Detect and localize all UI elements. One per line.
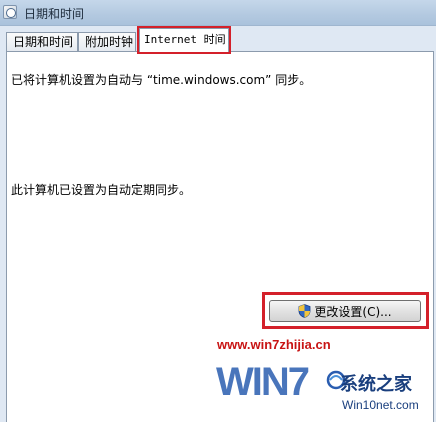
clock-icon xyxy=(3,5,17,19)
window-title: 日期和时间 xyxy=(24,7,85,21)
sync-status-text: 已将计算机设置为自动与 “time.windows.com” 同步。 xyxy=(11,73,312,87)
watermark-logo: WIN7 xyxy=(216,356,336,414)
sync-schedule-text: 此计算机已设置为自动定期同步。 xyxy=(11,183,192,197)
tab-additional-clocks[interactable]: 附加时钟 xyxy=(78,32,136,52)
change-settings-label: 更改设置(C)... xyxy=(314,304,392,319)
tab-internet-time[interactable]: Internet 时间 xyxy=(137,26,231,54)
watermark-site-name: 系统之家 xyxy=(340,374,412,395)
tab-date-and-time[interactable]: 日期和时间 xyxy=(6,32,78,52)
tab-strip: 日期和时间 附加时钟 Internet 时间 xyxy=(0,26,436,54)
uac-shield-icon xyxy=(299,304,311,318)
watermark-logo-text: WIN7 xyxy=(216,360,310,404)
watermark-site: 系统之家 Win10net.com xyxy=(326,370,436,422)
change-settings-button[interactable]: 更改设置(C)... xyxy=(269,300,421,322)
watermark-url: www.win7zhijia.cn xyxy=(217,337,331,352)
title-bar[interactable]: 日期和时间 xyxy=(0,0,436,26)
watermark-site-url: Win10net.com xyxy=(342,398,419,412)
